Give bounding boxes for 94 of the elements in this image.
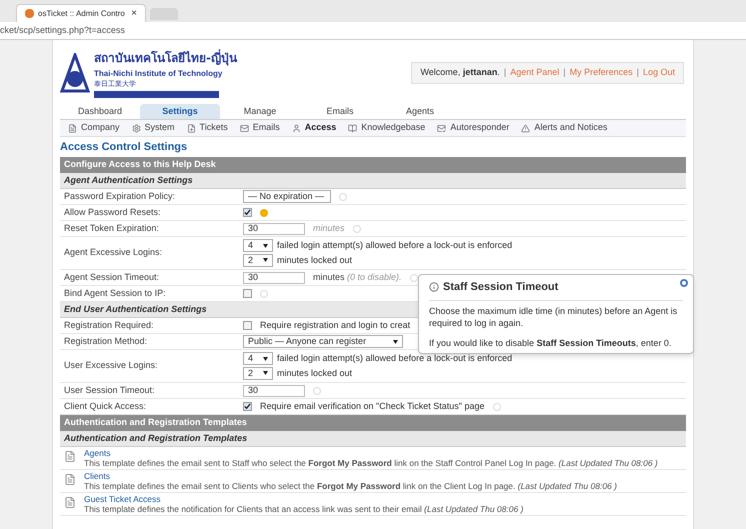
template-description: This template defines the email sent to Clients who select the Forgot My Password link on the Client Log In page. (Last Updated Thu 08:06 ) [84, 481, 617, 491]
attempts-label: failed login attempt(s) allowed before a lock-out is enforced [277, 352, 512, 365]
welcome-text: Welcome, jettanan. [420, 66, 500, 79]
page-title: Access Control Settings [60, 140, 188, 154]
section-subheader: Authentication and Registration Templates [60, 431, 686, 447]
lockout-label: minutes locked out [277, 366, 352, 380]
close-icon[interactable]: × [131, 6, 137, 21]
nav-tab[interactable]: Agents [380, 104, 460, 119]
field-label: Registration Method: [63, 334, 148, 348]
help-icon[interactable] [313, 386, 321, 394]
text-input[interactable]: 30 [243, 222, 305, 234]
document-icon [64, 496, 76, 509]
dropdown[interactable]: Public — Anyone can register [243, 335, 403, 348]
dropdown[interactable]: 4 [243, 352, 273, 366]
caret-icon [263, 356, 268, 361]
help-icon[interactable] [260, 290, 268, 298]
text-input[interactable]: 30 [243, 272, 305, 284]
help-icon[interactable] [339, 192, 347, 200]
tooltip-title: Staff Session Timeout [443, 280, 558, 295]
separator: | [504, 66, 506, 79]
section-subheader: Agent Authentication Settings [60, 173, 686, 189]
subnav-link[interactable]: Access [292, 121, 336, 135]
subnav-link[interactable]: Emails [240, 121, 280, 135]
institute-logo-icon [60, 52, 90, 92]
checkmark-icon [244, 209, 251, 216]
dropdown[interactable]: 4 [243, 239, 273, 252]
template-link[interactable]: Guest Ticket Access [84, 494, 161, 504]
checkbox-label: Require email verification on "Check Ticket Status" page [260, 400, 484, 413]
help-icon[interactable] [352, 224, 361, 232]
checkbox[interactable] [243, 208, 252, 217]
unit-label: minutes (0 to disable). [313, 270, 402, 284]
field-label: Allow Password Resets: [63, 206, 162, 219]
field-label: Reset Token Expiration: [63, 222, 160, 235]
nav-tab[interactable]: Dashboard [60, 104, 140, 119]
field-label: Agent Excessive Logins: [63, 246, 164, 260]
document-icon [64, 450, 76, 463]
dropdown[interactable]: — No expiration — [243, 190, 331, 203]
institute-name: สถาบันเทคโนโลยีไทย-ญี่ปุ่น [94, 48, 237, 68]
document-icon [68, 124, 77, 132]
template-description: This template defines the notification for Clients that an access link was sent to their email (Last Updated Thu 08:06 ) [84, 504, 524, 514]
template-link[interactable]: Clients [84, 471, 110, 481]
gear-icon [132, 124, 141, 132]
template-description: This template defines the email sent to Staff who select the Forgot My Password link on the Staff Control Panel Log In page. (Last Updated Thu 08:06 ) [84, 458, 658, 468]
caret-icon [263, 244, 268, 248]
document-plus-icon [186, 124, 196, 132]
field-label: Password Expiration Policy: [63, 190, 176, 203]
field-label: Bind Agent Session to IP: [63, 286, 167, 300]
subnav-link[interactable]: Tickets [186, 121, 228, 135]
lockout-label: minutes locked out [277, 254, 352, 266]
envelope-check-icon [437, 124, 446, 132]
subnav-link[interactable]: Alerts and Notices [521, 121, 608, 135]
tooltip-text: If you would like to disable Staff Session Timeouts, enter 0. [429, 336, 672, 348]
address-bar[interactable]: cket/scp/settings.php?t=access [0, 22, 746, 40]
checkbox[interactable] [243, 402, 252, 411]
caret-icon [263, 258, 268, 262]
caret-icon [393, 340, 398, 344]
separator: | [563, 66, 566, 79]
field-label: User Session Timeout: [63, 384, 156, 397]
institute-name: Thai-Nichi Institute of Technology [94, 68, 224, 78]
template-link[interactable]: Agents [84, 448, 110, 458]
close-icon[interactable] [680, 279, 688, 287]
warning-icon [521, 124, 530, 132]
subnav-link[interactable]: Company [68, 121, 120, 135]
browser-tab[interactable]: osTicket :: Admin Contro × [16, 4, 146, 22]
separator: | [636, 66, 639, 79]
text-input[interactable]: 30 [243, 384, 305, 396]
document-icon [64, 473, 76, 486]
checkbox[interactable] [243, 321, 252, 330]
unit-label: minutes [313, 222, 345, 235]
section-header: Configure Access to this Help Desk [60, 157, 686, 173]
nav-tab[interactable]: Emails [300, 104, 380, 119]
checkmark-icon [244, 403, 251, 410]
field-label: Registration Required: [63, 318, 155, 332]
field-label: Client Quick Access: [63, 400, 148, 413]
person-icon [292, 124, 301, 132]
dropdown[interactable]: 2 [243, 254, 273, 267]
checkbox-label: Require registration and login to creat [260, 318, 410, 332]
subnav-link[interactable]: Autoresponder [437, 121, 510, 135]
caret-icon [263, 371, 268, 376]
envelope-icon [240, 124, 249, 132]
dropdown[interactable]: 2 [243, 366, 273, 380]
site-icon [25, 9, 34, 18]
field-label: User Excessive Logins: [63, 359, 159, 372]
help-icon[interactable] [492, 402, 500, 410]
info-icon [429, 282, 439, 292]
section-header: Authentication and Registration Templates [60, 415, 686, 431]
subnav-link[interactable]: Knowledgebase [348, 121, 426, 135]
attempts-label: failed login attempt(s) allowed before a lock-out is enforced [277, 239, 512, 252]
field-label: Agent Session Timeout: [63, 270, 160, 284]
subnav-link[interactable]: System [132, 121, 175, 135]
checkbox[interactable] [243, 289, 252, 298]
nav-tab[interactable]: Settings [140, 104, 220, 119]
nav-tab[interactable]: Manage [220, 104, 300, 119]
book-icon [348, 124, 358, 132]
